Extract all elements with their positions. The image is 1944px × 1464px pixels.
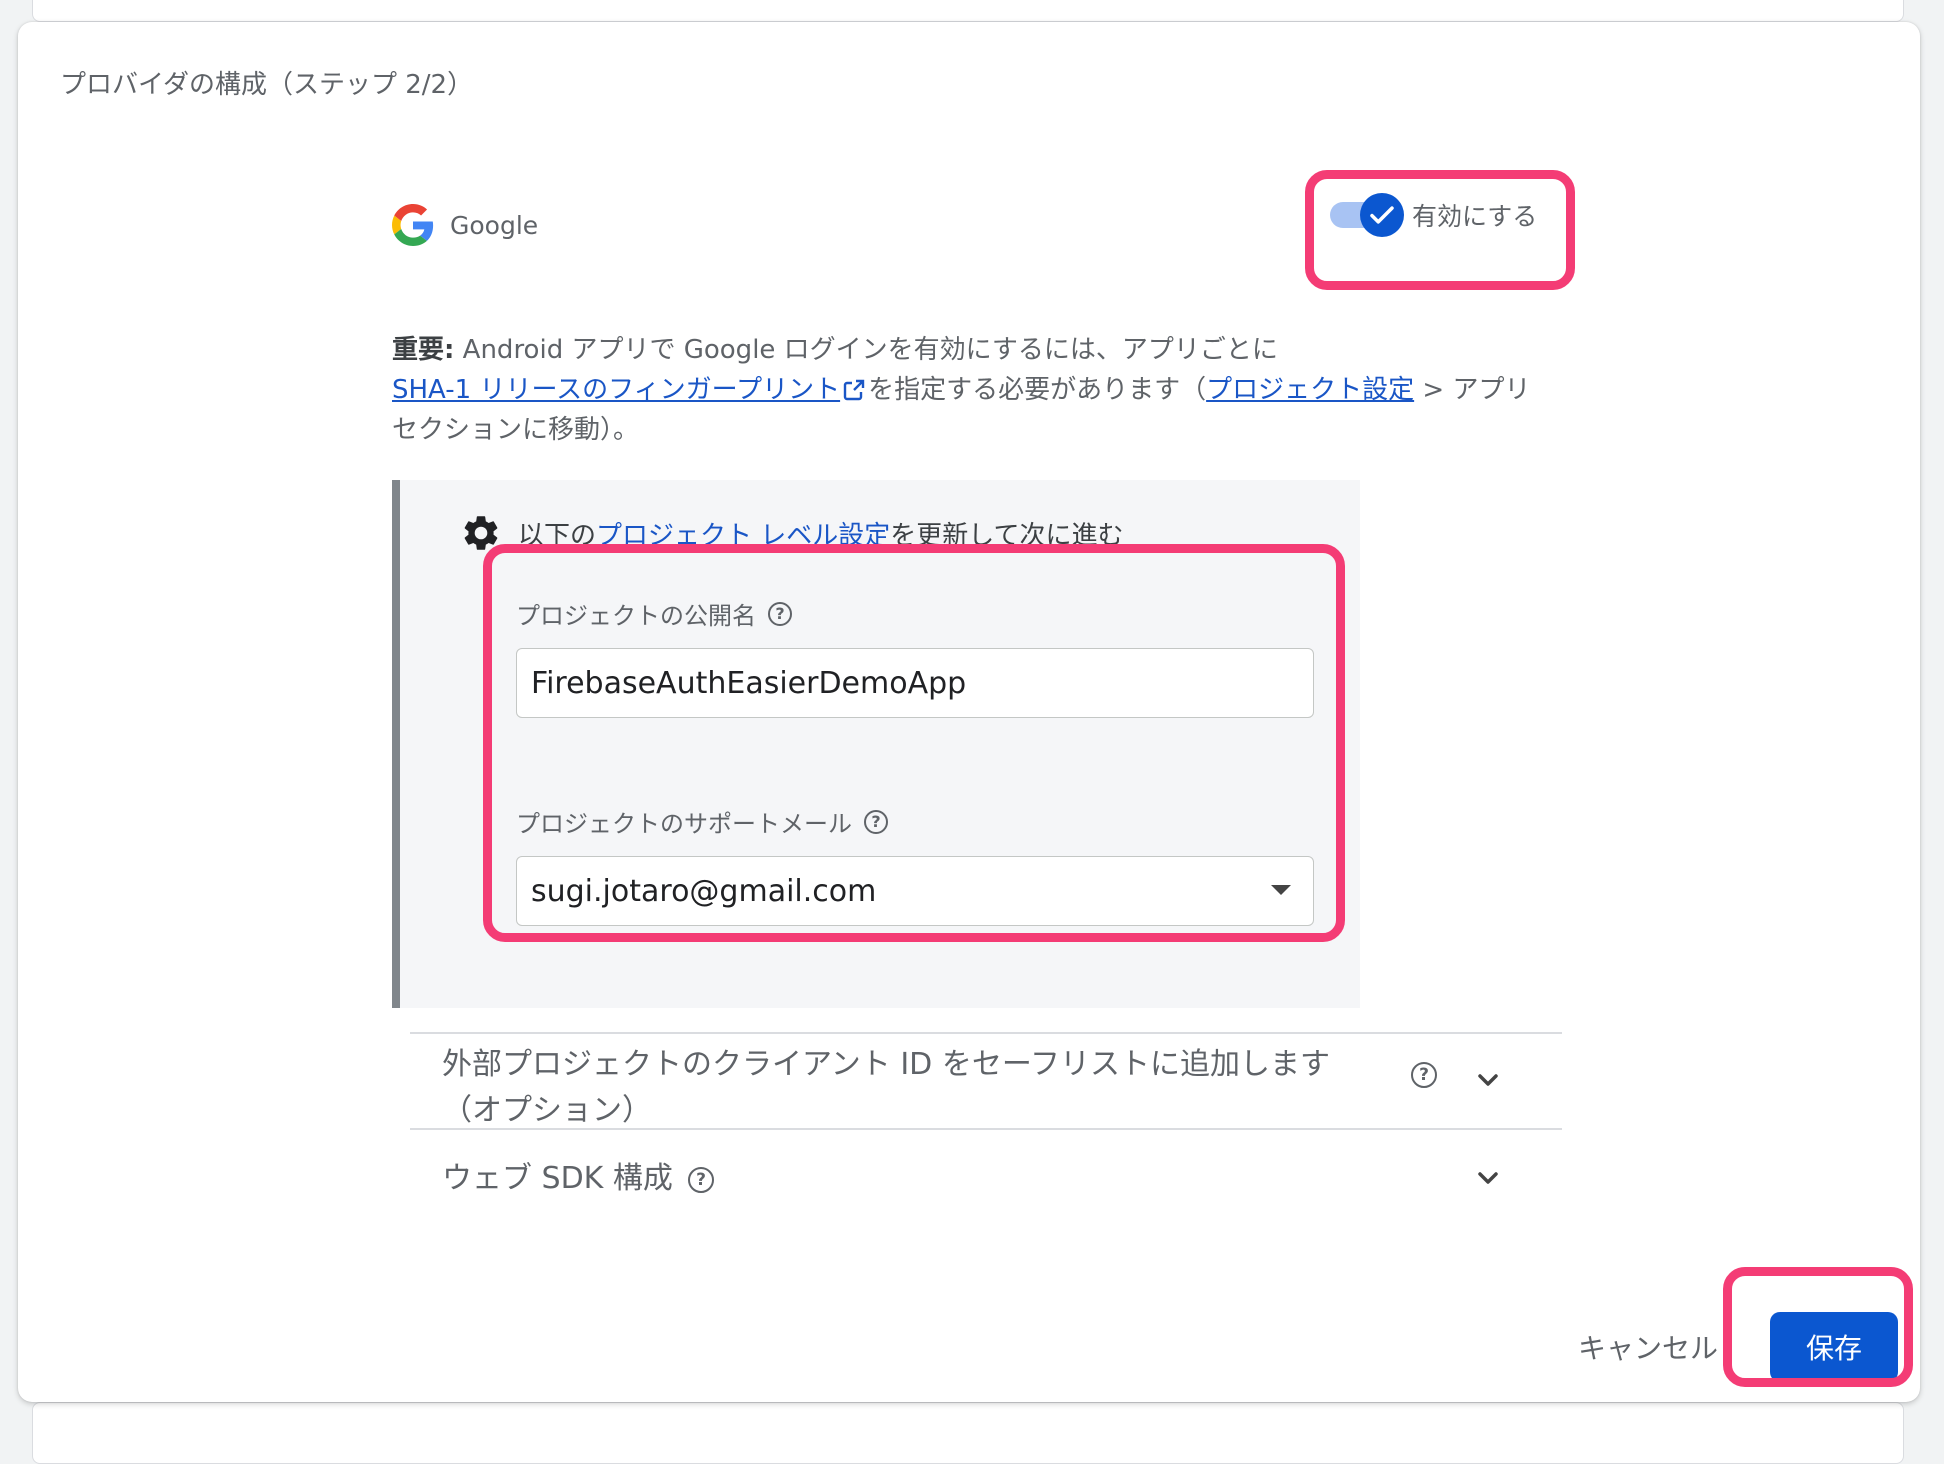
provider-name: Google [450,210,539,240]
dialog-title: プロバイダの構成（ステップ 2/2） [60,70,474,100]
chevron-down-icon[interactable] [1472,1162,1504,1194]
accordion-web-sdk-text: ウェブ SDK 構成 [442,1161,673,1196]
external-link-icon[interactable] [842,378,866,402]
highlight-fields [483,544,1345,942]
accordion-safelist-line1: 外部プロジェクトのクライアント ID をセーフリストに追加します [442,1047,1331,1082]
background-card-bottom [32,1402,1904,1464]
notice-text-2: を指定する必要があります（ [868,375,1207,405]
background-card [32,0,1904,22]
google-g-icon [392,204,434,246]
cancel-button[interactable]: キャンセル [1578,1327,1718,1367]
sha1-fingerprint-link[interactable]: SHA-1 リリースのフィンガープリント [392,375,840,405]
provider-row: Google [392,204,538,246]
accordion-web-sdk-title[interactable]: ウェブ SDK 構成 [442,1156,673,1202]
highlight-toggle [1305,170,1575,290]
accordion-safelist-line2: （オプション） [442,1093,652,1128]
notice-bold: 重要: [392,335,455,365]
divider [410,1128,1562,1130]
important-notice: 重要: Android アプリで Google ログインを有効にするには、アプリ… [392,330,1552,450]
help-icon[interactable]: ? [1411,1062,1437,1088]
divider [410,1032,1562,1034]
help-icon[interactable]: ? [688,1167,714,1193]
chevron-down-icon[interactable] [1472,1064,1504,1096]
notice-text-1: Android アプリで Google ログインを有効にするには、アプリごとに [454,335,1278,365]
project-settings-link[interactable]: プロジェクト設定 [1206,375,1414,405]
highlight-save [1723,1267,1913,1387]
accordion-safelist-title[interactable]: 外部プロジェクトのクライアント ID をセーフリストに追加します （オプション） [442,1042,1330,1134]
